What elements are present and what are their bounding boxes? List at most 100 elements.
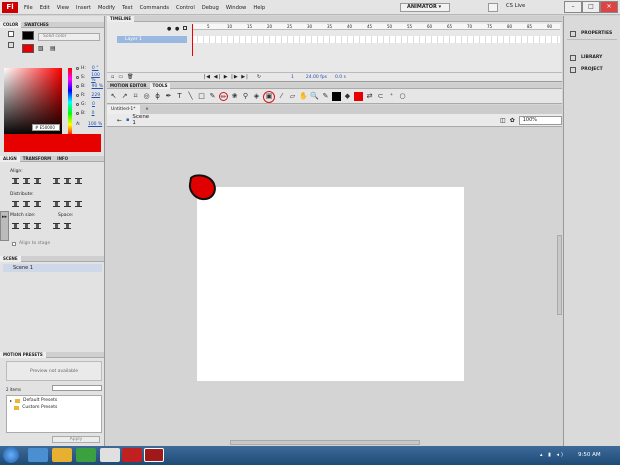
match-width-icon[interactable] — [12, 223, 19, 229]
fill-color-tool[interactable] — [354, 92, 363, 101]
edit-symbol-icon[interactable]: ✿ — [510, 117, 515, 124]
frame-cells[interactable] — [192, 36, 560, 43]
cs-live-button[interactable]: CS Live — [506, 3, 525, 9]
menu-help[interactable]: Help — [253, 5, 265, 11]
align-to-stage-checkbox[interactable] — [12, 241, 16, 246]
acrobat-icon[interactable] — [122, 448, 142, 462]
new-layer-icon[interactable]: ▫ — [111, 74, 114, 80]
alpha-value[interactable]: 100 % — [88, 122, 102, 127]
selection-tool-icon[interactable]: ↖ — [109, 92, 118, 101]
tab-transform[interactable]: TRANSFORM — [20, 156, 54, 162]
menu-window[interactable]: Window — [226, 5, 246, 11]
fill-color-swatch[interactable] — [22, 44, 34, 53]
scene-list-item[interactable]: Scene 1 — [3, 264, 102, 272]
menu-text[interactable]: Text — [122, 5, 133, 11]
tab-info[interactable]: INFO — [54, 156, 71, 162]
tab-motion-editor[interactable]: MOTION EDITOR — [107, 83, 150, 89]
blue-value[interactable]: 0 — [92, 111, 95, 116]
workspace-switcher[interactable]: ANIMATOR ▾ — [400, 3, 450, 12]
stroke-pencil-icon[interactable]: ✎ — [321, 92, 330, 101]
tab-color[interactable]: COLOR — [0, 21, 22, 28]
brush-tool-icon[interactable]: ✏ — [219, 92, 228, 101]
layer-row[interactable]: Layer 1 — [117, 36, 187, 43]
distribute-left-icon[interactable] — [53, 201, 60, 207]
preset-folder-custom[interactable]: Custom Presets — [7, 403, 101, 410]
bucket-tool-icon[interactable]: ◈ — [252, 92, 261, 101]
saturation-row[interactable]: S: 100 % — [76, 73, 104, 83]
zoom-tool-icon[interactable]: 🔍 — [310, 92, 319, 101]
new-folder-icon[interactable]: ▭ — [118, 74, 123, 80]
minimize-button[interactable]: – — [564, 1, 582, 13]
menu-modify[interactable]: Modify — [98, 5, 115, 11]
saturation-value[interactable]: 100 % — [91, 73, 104, 83]
snap-icon[interactable]: ⊂ — [376, 92, 385, 101]
chrome-icon[interactable] — [100, 448, 120, 462]
align-bottom-icon[interactable] — [75, 178, 82, 184]
green-row[interactable]: G: 0 — [76, 100, 104, 109]
match-both-icon[interactable] — [34, 223, 41, 229]
eye-icon[interactable]: ● — [167, 26, 171, 32]
distribute-bottom-icon[interactable] — [34, 201, 41, 207]
tab-close-icon[interactable]: × — [141, 105, 153, 114]
bitmap-fill-icon[interactable]: ▧ — [38, 45, 46, 53]
align-right-icon[interactable] — [34, 178, 41, 184]
maximize-button[interactable]: □ — [582, 1, 600, 13]
align-top-icon[interactable] — [53, 178, 60, 184]
hue-slider[interactable] — [68, 68, 72, 136]
deco-tool-icon[interactable]: ❀ — [230, 92, 239, 101]
scene-breadcrumb[interactable]: Scene 1 — [132, 114, 152, 126]
hue-value[interactable]: 0 ° — [92, 66, 99, 71]
lock-icon[interactable]: ● — [175, 26, 179, 32]
menu-edit[interactable]: Edit — [40, 5, 50, 11]
align-vcenter-icon[interactable] — [64, 178, 71, 184]
close-button[interactable]: ✕ — [600, 1, 618, 13]
stroke-color-icon[interactable] — [8, 31, 14, 37]
red-brush-stroke[interactable] — [186, 172, 218, 204]
playhead[interactable] — [192, 24, 193, 56]
eyedropper-icon[interactable]: ⁄ — [277, 92, 286, 101]
stroke-color-swatch[interactable] — [22, 31, 34, 40]
horizontal-scrollbar[interactable] — [230, 440, 420, 445]
subselection-tool-icon[interactable]: ↗ — [120, 92, 129, 101]
search-icon[interactable] — [488, 3, 498, 12]
preset-search-input[interactable] — [52, 385, 102, 391]
align-to-stage-row[interactable]: Align to stage — [12, 241, 50, 246]
rectangle-tool-icon[interactable]: □ — [197, 92, 206, 101]
document-tab[interactable]: Untitled-1* — [107, 105, 140, 114]
lasso-tool-icon[interactable]: ϕ — [153, 92, 162, 101]
panel-collapse-handle[interactable]: ▸▸ — [0, 211, 9, 241]
stroke-color-tool[interactable] — [332, 92, 341, 101]
explorer-icon[interactable] — [52, 448, 72, 462]
tab-align[interactable]: ALIGN — [0, 155, 20, 162]
text-tool-icon[interactable]: T — [175, 92, 184, 101]
red-row[interactable]: R: 229 — [76, 91, 104, 100]
menu-view[interactable]: View — [57, 5, 69, 11]
tray-icons[interactable]: ▴ ▮ ◂) — [540, 452, 565, 458]
outline-icon[interactable] — [183, 26, 187, 30]
brightness-value[interactable]: 90 % — [92, 84, 103, 89]
preset-folder-default[interactable]: ▸ Default Presets — [7, 396, 101, 403]
current-frame[interactable]: 1 — [291, 75, 294, 80]
tab-tools[interactable]: TOOLS — [149, 82, 171, 89]
apply-preset-button[interactable]: Apply — [52, 436, 100, 443]
back-arrow-icon[interactable]: ← — [117, 117, 122, 124]
distribute-right-icon[interactable] — [75, 201, 82, 207]
paint-bucket-icon[interactable]: ▣ — [263, 90, 275, 103]
pencil-tool-icon[interactable]: ✎ — [208, 92, 217, 101]
align-hcenter-icon[interactable] — [23, 178, 30, 184]
start-button-icon[interactable] — [3, 447, 19, 463]
smooth-icon[interactable]: ⁺ — [387, 92, 396, 101]
menu-commands[interactable]: Commands — [140, 5, 169, 11]
hand-tool-icon[interactable]: ✋ — [299, 92, 308, 101]
frame-rate[interactable]: 24.00 fps — [306, 75, 327, 80]
space-horizontal-icon[interactable] — [64, 223, 71, 229]
space-vertical-icon[interactable] — [53, 223, 60, 229]
media-icon[interactable] — [76, 448, 96, 462]
clock[interactable]: 9:50 AM — [578, 452, 601, 458]
swap-colors-icon[interactable]: ⇄ — [365, 92, 374, 101]
ie-icon[interactable] — [28, 448, 48, 462]
hex-input[interactable]: # E50000 — [32, 124, 60, 131]
edit-scene-icon[interactable]: ◫ — [500, 117, 506, 124]
blue-row[interactable]: B: 0 — [76, 109, 104, 118]
flash-taskbar-icon[interactable] — [144, 448, 164, 462]
